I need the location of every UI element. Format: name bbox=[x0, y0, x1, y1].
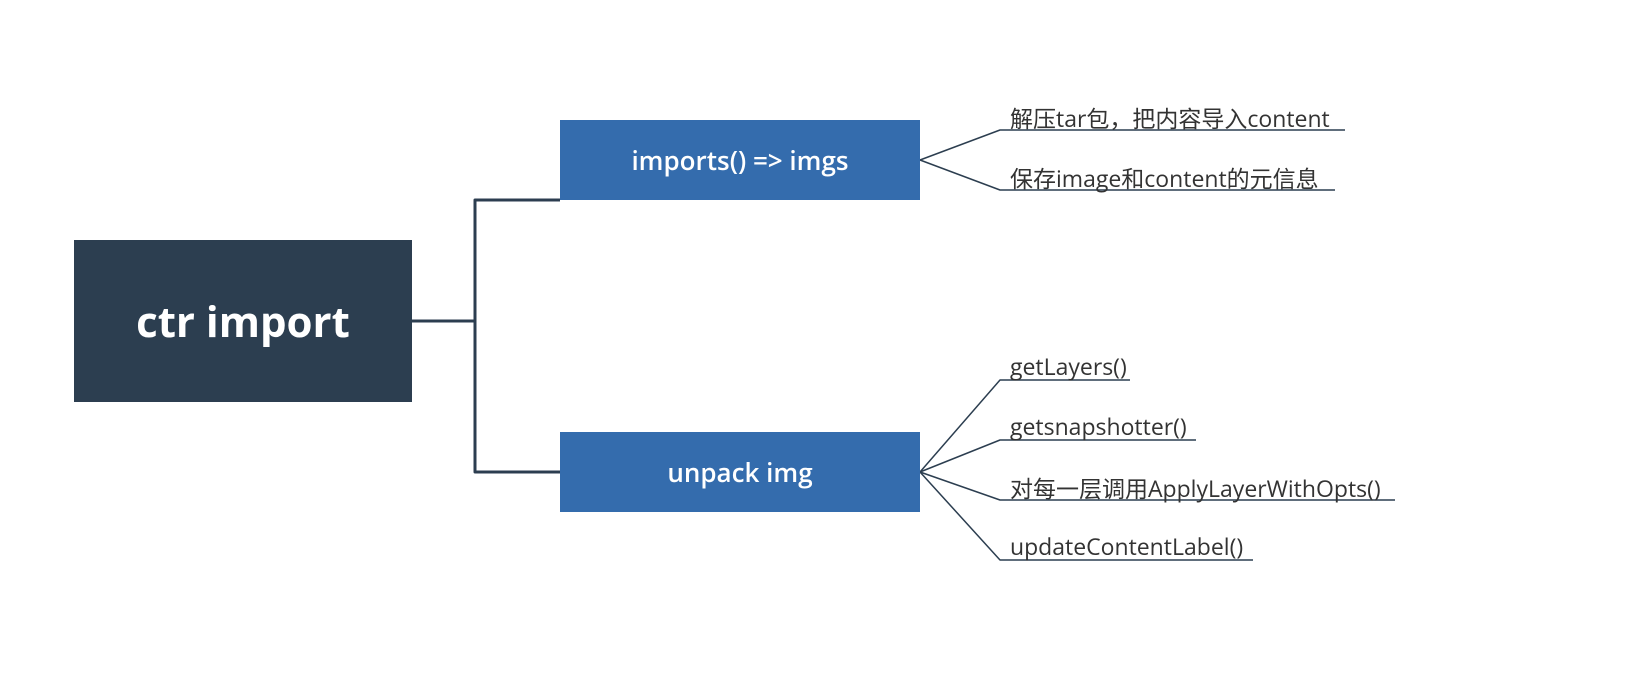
leaf-text: getLayers() bbox=[1010, 350, 1127, 382]
leaf-text: updateContentLabel() bbox=[1010, 530, 1243, 562]
branch-label: unpack img bbox=[667, 454, 812, 490]
branch-node-imports[interactable]: imports() => imgs bbox=[560, 120, 920, 200]
branch-label: imports() => imgs bbox=[631, 142, 848, 178]
leaf-node[interactable]: 保存image和content的元信息 bbox=[1010, 160, 1319, 194]
leaf-text: 对每一层调用ApplyLayerWithOpts() bbox=[1010, 472, 1381, 504]
branch-node-unpack[interactable]: unpack img bbox=[560, 432, 920, 512]
leaf-text: 保存image和content的元信息 bbox=[1010, 162, 1319, 194]
leaf-node[interactable]: getLayers() bbox=[1010, 350, 1127, 382]
leaf-node[interactable]: 对每一层调用ApplyLayerWithOpts() bbox=[1010, 470, 1381, 504]
mindmap-canvas: ctr import imports() => imgs unpack img … bbox=[0, 0, 1638, 696]
leaf-node[interactable]: getsnapshotter() bbox=[1010, 410, 1187, 442]
leaf-text: getsnapshotter() bbox=[1010, 410, 1187, 442]
leaf-text: 解压tar包，把内容导入content bbox=[1010, 102, 1330, 134]
leaf-node[interactable]: 解压tar包，把内容导入content bbox=[1010, 100, 1330, 134]
root-node[interactable]: ctr import bbox=[74, 240, 412, 402]
leaf-node[interactable]: updateContentLabel() bbox=[1010, 530, 1243, 562]
root-label: ctr import bbox=[136, 293, 350, 350]
